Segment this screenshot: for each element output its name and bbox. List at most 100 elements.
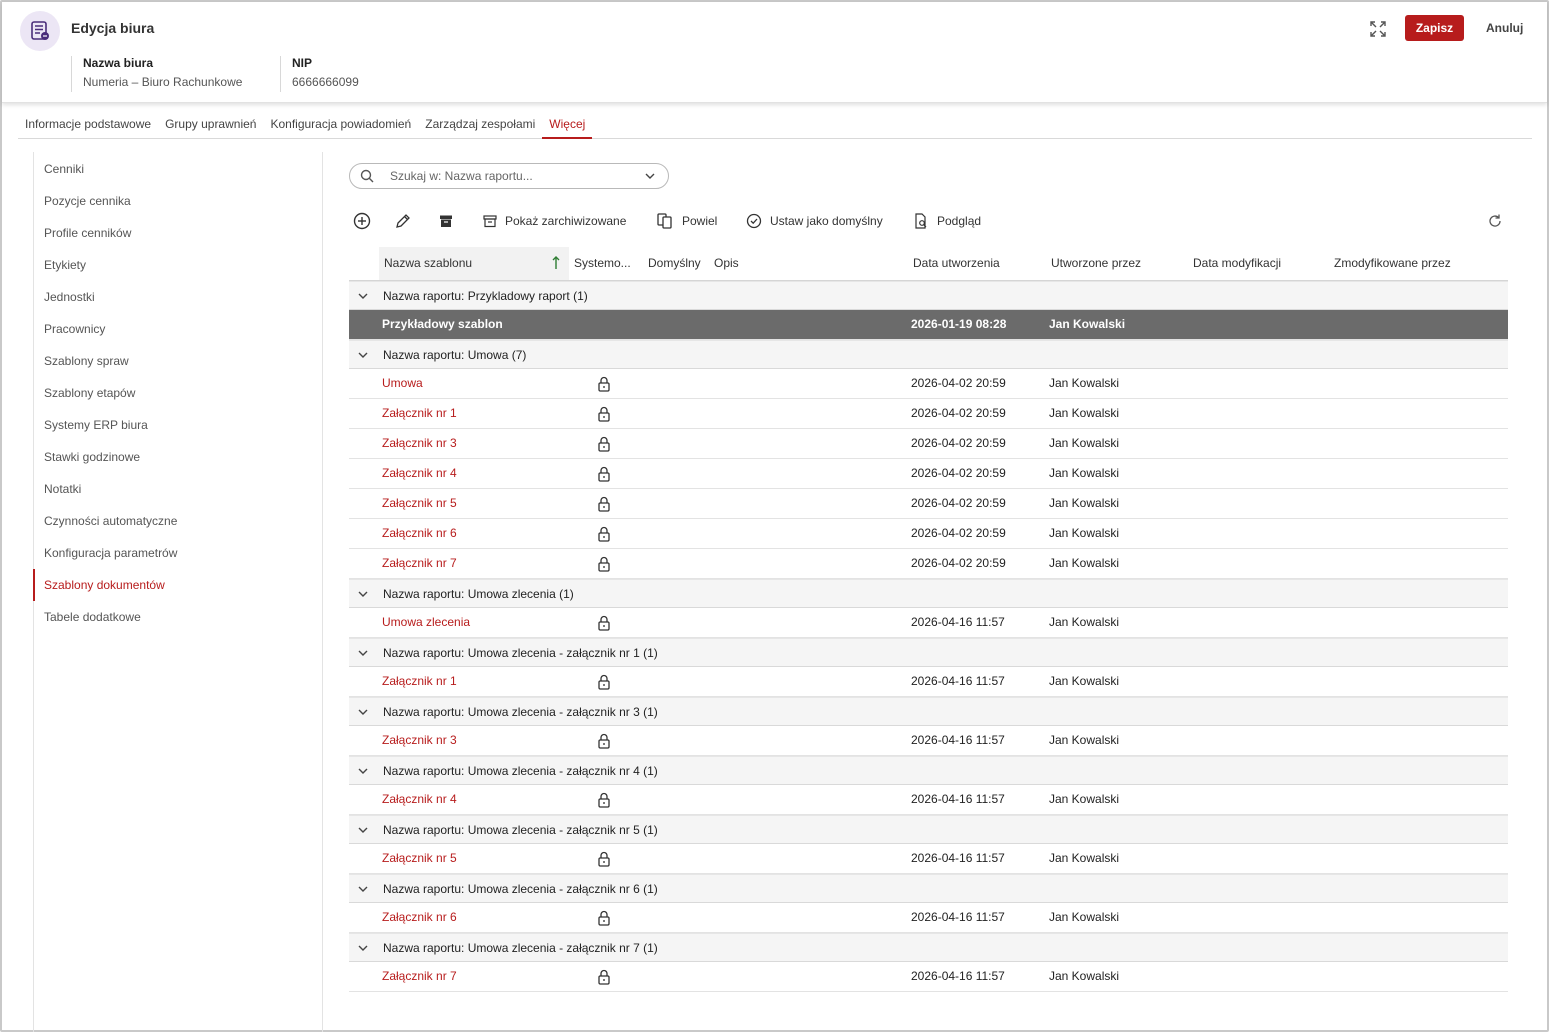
duplicate-button[interactable]: Powiel bbox=[656, 209, 717, 233]
group-row[interactable]: Nazwa raportu: Umowa zlecenia - załączni… bbox=[349, 815, 1508, 844]
column-header-modified-by[interactable]: Zmodyfikowane przez bbox=[1334, 247, 1484, 280]
sidebar-item-document-templates[interactable]: Szablony dokumentów bbox=[33, 569, 322, 601]
search-input[interactable] bbox=[390, 165, 640, 187]
column-header-created-date[interactable]: Data utworzenia bbox=[913, 247, 1033, 280]
archive-button[interactable] bbox=[439, 209, 453, 233]
expand-icon[interactable] bbox=[1368, 19, 1388, 39]
group-row[interactable]: Nazwa raportu: Umowa zlecenia - załączni… bbox=[349, 933, 1508, 962]
created-date-cell: 2026-04-02 20:59 bbox=[911, 466, 1006, 480]
tab-notification-config[interactable]: Konfiguracja powiadomień bbox=[263, 110, 418, 139]
sidebar-item-automatic-actions[interactable]: Czynności automatyczne bbox=[34, 505, 322, 537]
sort-ascending-icon[interactable] bbox=[551, 255, 561, 271]
nip-label: NIP bbox=[292, 56, 313, 70]
chevron-down-icon[interactable] bbox=[357, 706, 369, 721]
chevron-down-icon[interactable] bbox=[357, 349, 369, 364]
template-name-cell[interactable]: Przykładowy szablon bbox=[382, 310, 503, 339]
table-row[interactable]: Przykładowy szablon 2026-01-19 08:28 Jan K… bbox=[349, 310, 1508, 340]
sidebar-item-parameter-config[interactable]: Konfiguracja parametrów bbox=[34, 537, 322, 569]
table-row[interactable]: Umowa 2026-04-02 20:59 Jan Kowalski bbox=[349, 369, 1508, 399]
sidebar-item-employees[interactable]: Pracownicy bbox=[34, 313, 322, 345]
sidebar-item-case-templates[interactable]: Szablony spraw bbox=[34, 345, 322, 377]
table-row[interactable]: Załącznik nr 7 2026-04-16 11:57 Jan Kowals… bbox=[349, 962, 1508, 992]
sidebar-item-stage-templates[interactable]: Szablony etapów bbox=[34, 377, 322, 409]
sidebar-item-price-list-positions[interactable]: Pozycje cennika bbox=[34, 185, 322, 217]
column-header-created-by[interactable]: Utworzone przez bbox=[1051, 247, 1171, 280]
table-row[interactable]: Załącznik nr 1 2026-04-02 20:59 Jan Kowals… bbox=[349, 399, 1508, 429]
tab-basic-info[interactable]: Informacje podstawowe bbox=[18, 110, 158, 139]
chevron-down-icon[interactable] bbox=[357, 588, 369, 603]
column-header-description[interactable]: Opis bbox=[714, 247, 774, 280]
tab-manage-teams[interactable]: Zarządzaj zespołami bbox=[418, 110, 542, 139]
table-row[interactable]: Załącznik nr 6 2026-04-02 20:59 Jan Kowals… bbox=[349, 519, 1508, 549]
sidebar-item-notes[interactable]: Notatki bbox=[34, 473, 322, 505]
sidebar-item-price-lists[interactable]: Cenniki bbox=[34, 153, 322, 185]
chevron-down-icon[interactable] bbox=[357, 290, 369, 305]
tab-more[interactable]: Więcej bbox=[542, 110, 593, 139]
refresh-button[interactable] bbox=[1487, 209, 1503, 233]
template-name-cell[interactable]: Załącznik nr 3 bbox=[382, 726, 457, 755]
chevron-down-icon[interactable] bbox=[357, 824, 369, 839]
table-row[interactable]: Załącznik nr 7 2026-04-02 20:59 Jan Kowals… bbox=[349, 549, 1508, 579]
lock-icon bbox=[597, 406, 611, 425]
template-name-cell[interactable]: Załącznik nr 1 bbox=[382, 667, 457, 696]
template-name-cell[interactable]: Załącznik nr 4 bbox=[382, 785, 457, 814]
created-by-cell: Jan Kowalski bbox=[1049, 317, 1126, 331]
group-row[interactable]: Nazwa raportu: Umowa (7) bbox=[349, 340, 1508, 369]
group-row[interactable]: Nazwa raportu: Przykladowy raport (1) bbox=[349, 281, 1508, 310]
group-label: Nazwa raportu: Umowa (7) bbox=[383, 348, 527, 362]
template-name-cell[interactable]: Umowa zlecenia bbox=[382, 608, 470, 637]
template-name-cell[interactable]: Załącznik nr 1 bbox=[382, 399, 457, 428]
column-header-template-name[interactable]: Nazwa szablonu bbox=[384, 247, 549, 280]
template-name-cell[interactable]: Załącznik nr 7 bbox=[382, 549, 457, 578]
table-row[interactable]: Załącznik nr 5 2026-04-16 11:57 Jan Kowals… bbox=[349, 844, 1508, 874]
refresh-icon bbox=[1489, 214, 1501, 227]
table-row[interactable]: Załącznik nr 1 2026-04-16 11:57 Jan Kowals… bbox=[349, 667, 1508, 697]
sidebar-item-hourly-rates[interactable]: Stawki godzinowe bbox=[34, 441, 322, 473]
office-name-label: Nazwa biura bbox=[83, 56, 154, 70]
template-name-cell[interactable]: Załącznik nr 5 bbox=[382, 489, 457, 518]
template-name-cell[interactable]: Załącznik nr 7 bbox=[382, 962, 457, 991]
tab-permission-groups[interactable]: Grupy uprawnień bbox=[158, 110, 263, 139]
group-row[interactable]: Nazwa raportu: Umowa zlecenia - załączni… bbox=[349, 638, 1508, 667]
table-row[interactable]: Załącznik nr 6 2026-04-16 11:57 Jan Kowals… bbox=[349, 903, 1508, 933]
template-name-cell[interactable]: Załącznik nr 6 bbox=[382, 903, 457, 932]
table-row[interactable]: Załącznik nr 4 2026-04-16 11:57 Jan Kowals… bbox=[349, 785, 1508, 815]
group-row[interactable]: Nazwa raportu: Umowa zlecenia - załączni… bbox=[349, 874, 1508, 903]
save-button[interactable]: Zapisz bbox=[1405, 15, 1464, 41]
table-row[interactable]: Załącznik nr 3 2026-04-16 11:57 Jan Kowals… bbox=[349, 726, 1508, 756]
chevron-down-icon[interactable] bbox=[640, 172, 660, 180]
template-name-cell[interactable]: Załącznik nr 5 bbox=[382, 844, 457, 873]
add-button[interactable] bbox=[353, 209, 371, 233]
chevron-down-icon[interactable] bbox=[357, 647, 369, 662]
sidebar-item-additional-tables[interactable]: Tabele dodatkowe bbox=[34, 601, 322, 633]
cancel-button[interactable]: Anuluj bbox=[1478, 15, 1531, 41]
duplicate-label: Powiel bbox=[682, 214, 718, 228]
set-default-button[interactable]: Ustaw jako domyślny bbox=[746, 209, 883, 233]
group-row[interactable]: Nazwa raportu: Umowa zlecenia - załączni… bbox=[349, 697, 1508, 726]
created-date-cell: 2026-04-02 20:59 bbox=[911, 556, 1006, 570]
preview-button[interactable]: Podgląd bbox=[913, 209, 981, 233]
chevron-down-icon[interactable] bbox=[357, 765, 369, 780]
table-row[interactable]: Załącznik nr 5 2026-04-02 20:59 Jan Kowals… bbox=[349, 489, 1508, 519]
sidebar-item-units[interactable]: Jednostki bbox=[34, 281, 322, 313]
created-date-cell: 2026-04-16 11:57 bbox=[911, 910, 1005, 924]
edit-button[interactable] bbox=[395, 209, 411, 233]
chevron-down-icon[interactable] bbox=[357, 942, 369, 957]
chevron-down-icon[interactable] bbox=[357, 883, 369, 898]
template-name-cell[interactable]: Umowa bbox=[382, 369, 423, 398]
table-row[interactable]: Załącznik nr 3 2026-04-02 20:59 Jan Kowals… bbox=[349, 429, 1508, 459]
sidebar-item-erp-systems[interactable]: Systemy ERP biura bbox=[34, 409, 322, 441]
group-row[interactable]: Nazwa raportu: Umowa zlecenia - załączni… bbox=[349, 756, 1508, 785]
sidebar-item-labels[interactable]: Etykiety bbox=[34, 249, 322, 281]
template-name-cell[interactable]: Załącznik nr 4 bbox=[382, 459, 457, 488]
table-row[interactable]: Umowa zlecenia 2026-04-16 11:57 Jan Kowals… bbox=[349, 608, 1508, 638]
sidebar-item-price-list-profiles[interactable]: Profile cenników bbox=[34, 217, 322, 249]
show-archived-button[interactable]: Pokaż zarchiwizowane bbox=[483, 209, 626, 233]
column-header-system[interactable]: Systemo... bbox=[574, 247, 636, 280]
table-row[interactable]: Załącznik nr 4 2026-04-02 20:59 Jan Kowals… bbox=[349, 459, 1508, 489]
template-name-cell[interactable]: Załącznik nr 3 bbox=[382, 429, 457, 458]
column-header-default[interactable]: Domyślny bbox=[648, 247, 706, 280]
column-header-modified-date[interactable]: Data modyfikacji bbox=[1193, 247, 1313, 280]
group-row[interactable]: Nazwa raportu: Umowa zlecenia (1) bbox=[349, 579, 1508, 608]
template-name-cell[interactable]: Załącznik nr 6 bbox=[382, 519, 457, 548]
